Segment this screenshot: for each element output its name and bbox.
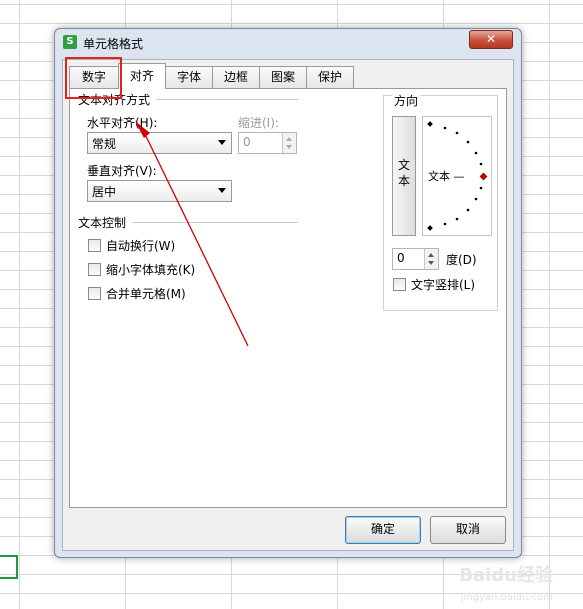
- vertical-align-label: 垂直对齐(V):: [87, 164, 157, 178]
- stepper-buttons[interactable]: [424, 249, 438, 269]
- text-control-group-title: 文本控制: [78, 216, 127, 230]
- indent-value: 0: [243, 135, 251, 149]
- dial-dot: [474, 197, 478, 201]
- dialog-title: 单元格格式: [83, 37, 144, 51]
- vertical-text-label[interactable]: 文字竖排(L): [411, 276, 475, 293]
- dial-dot: [466, 140, 470, 144]
- title-bar[interactable]: S 单元格格式 ✕: [55, 29, 521, 55]
- tab-label: 对齐: [129, 69, 154, 83]
- degree-value: 0: [397, 251, 405, 265]
- dial-dot: [479, 162, 483, 166]
- degree-label: 度(D): [446, 253, 477, 267]
- dial-marker: [427, 225, 433, 231]
- alignment-panel: 文本对齐方式 水平对齐(H): 常规 缩进(I): 0 垂直对齐(V): 居中: [69, 88, 507, 508]
- wrap-text-label[interactable]: 自动换行(W): [106, 237, 175, 254]
- divider: [132, 222, 298, 223]
- selected-cell[interactable]: [0, 555, 18, 579]
- dialog-body: 数字 对齐 字体 边框 图案 保护 文本对齐方式 水平对齐(H): 常规 缩进(…: [62, 59, 514, 551]
- dial-marker: [427, 121, 433, 127]
- tab-label: 边框: [223, 70, 248, 84]
- tab-patterns[interactable]: 图案: [259, 66, 307, 88]
- dial-dot: [466, 208, 470, 212]
- watermark-url: jingyan.baidu.com: [460, 592, 553, 603]
- indent-label: 缩进(I):: [238, 116, 279, 130]
- tab-protection[interactable]: 保护: [306, 66, 354, 88]
- chevron-down-icon: [218, 188, 226, 193]
- orientation-dial[interactable]: 文本 —: [422, 116, 492, 236]
- close-button[interactable]: ✕: [469, 30, 513, 49]
- orientation-group-title: 方向: [392, 92, 421, 109]
- tab-label: 图案: [270, 70, 295, 84]
- vertical-align-value: 居中: [92, 185, 117, 199]
- arrow-down-icon: [428, 261, 434, 265]
- tab-label: 字体: [176, 70, 201, 84]
- orientation-indicator[interactable]: [479, 172, 488, 181]
- vertical-text-button[interactable]: 文 本: [392, 116, 416, 236]
- annotation-highlight-box: [65, 57, 122, 99]
- tab-alignment[interactable]: 对齐: [118, 63, 166, 89]
- tab-font[interactable]: 字体: [165, 66, 213, 88]
- dial-label: 文本 —: [428, 169, 465, 183]
- horizontal-align-value: 常规: [92, 137, 117, 151]
- arrow-down-icon: [286, 145, 292, 149]
- dial-dot: [455, 217, 459, 221]
- vertical-text-checkbox[interactable]: [393, 278, 406, 291]
- horizontal-align-label: 水平对齐(H):: [87, 116, 158, 130]
- merge-cells-label[interactable]: 合并单元格(M): [106, 285, 186, 302]
- indent-stepper[interactable]: 0: [238, 132, 297, 154]
- watermark: Baidu经验: [459, 565, 553, 586]
- close-icon: ✕: [485, 32, 497, 46]
- horizontal-align-select[interactable]: 常规: [87, 132, 232, 154]
- tab-border[interactable]: 边框: [212, 66, 260, 88]
- tab-label: 保护: [317, 70, 342, 84]
- format-cells-dialog: S 单元格格式 ✕ 数字 对齐 字体 边框 图案 保护 文本对齐方式 水平对齐(…: [54, 28, 522, 558]
- vertical-align-select[interactable]: 居中: [87, 180, 232, 202]
- merge-cells-checkbox[interactable]: [88, 287, 101, 300]
- vertical-text-char: 本: [397, 174, 410, 188]
- shrink-to-fit-label[interactable]: 缩小字体填充(K): [106, 261, 195, 278]
- dial-dot: [443, 126, 447, 130]
- cancel-button[interactable]: 取消: [430, 516, 506, 544]
- arrow-up-icon: [428, 253, 434, 257]
- wrap-text-checkbox[interactable]: [88, 239, 101, 252]
- wps-spreadsheet-icon: S: [63, 35, 77, 49]
- dial-dot: [455, 131, 459, 135]
- stepper-buttons[interactable]: [282, 133, 296, 153]
- degree-stepper[interactable]: 0: [392, 248, 439, 270]
- dial-dot: [479, 186, 483, 190]
- shrink-to-fit-checkbox[interactable]: [88, 263, 101, 276]
- ok-button[interactable]: 确定: [345, 516, 421, 544]
- dial-dot: [443, 222, 447, 226]
- chevron-down-icon: [218, 140, 226, 145]
- vertical-text-char: 文: [397, 158, 410, 172]
- orientation-group: 方向 文 本 文本 — 0 度(D) 文字竖排(L): [383, 92, 498, 311]
- divider: [156, 99, 298, 100]
- dial-dot: [474, 151, 478, 155]
- arrow-up-icon: [286, 137, 292, 141]
- orientation-dial-graphic: 文本 —: [427, 121, 488, 231]
